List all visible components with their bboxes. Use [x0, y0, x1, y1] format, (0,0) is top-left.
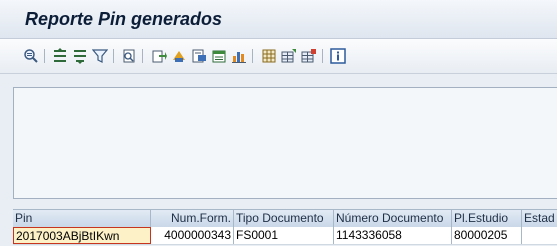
details-icon[interactable] [23, 48, 39, 64]
sort-ascending-icon[interactable] [52, 48, 68, 64]
cell-numero-documento[interactable]: 1143336058 [334, 227, 452, 244]
cell-pl-estudio[interactable]: 80000205 [452, 227, 522, 244]
cell-tipo-documento[interactable]: FS0001 [234, 227, 334, 244]
local-file-icon[interactable] [211, 48, 227, 64]
graphic-icon[interactable] [231, 48, 247, 64]
export-icon[interactable] [151, 48, 167, 64]
main-area: Pin Num.Form. Tipo Documento Número Docu… [0, 74, 557, 246]
alv-toolbar [0, 39, 557, 74]
title-bar: Reporte Pin generados [0, 0, 557, 39]
table-header: Pin Num.Form. Tipo Documento Número Docu… [13, 209, 557, 228]
column-header-pin[interactable]: Pin [13, 210, 151, 227]
toolbar-separator [252, 49, 253, 63]
word-processing-icon[interactable] [191, 48, 207, 64]
table-row[interactable]: 2017003ABjBtIKwn 4000000343 FS0001 11433… [13, 227, 557, 245]
alv-grid: Pin Num.Form. Tipo Documento Número Docu… [13, 205, 557, 246]
change-layout-icon[interactable] [261, 48, 277, 64]
toolbar-separator [322, 49, 323, 63]
column-header-num-form[interactable]: Num.Form. [151, 210, 234, 227]
cell-num-form[interactable]: 4000000343 [151, 227, 234, 244]
filter-icon[interactable] [92, 48, 108, 64]
header-panel [13, 87, 557, 199]
toolbar-separator [142, 49, 143, 63]
cell-pin[interactable]: 2017003ABjBtIKwn [13, 227, 151, 244]
info-icon[interactable] [330, 48, 346, 64]
column-header-tipo-documento[interactable]: Tipo Documento [234, 210, 334, 227]
save-layout-icon[interactable] [301, 48, 317, 64]
print-preview-icon[interactable] [121, 48, 137, 64]
page-title: Reporte Pin generados [25, 9, 223, 29]
column-header-numero-documento[interactable]: Número Documento [334, 210, 452, 227]
sort-descending-icon[interactable] [72, 48, 88, 64]
choose-layout-icon[interactable] [281, 48, 297, 64]
toolbar-separator [113, 49, 114, 63]
cell-estado[interactable] [522, 227, 557, 244]
column-header-pl-estudio[interactable]: Pl.Estudio [452, 210, 522, 227]
toolbar-separator [44, 49, 45, 63]
column-header-estado[interactable]: Estad [522, 210, 557, 227]
spreadsheet-icon[interactable] [171, 48, 187, 64]
